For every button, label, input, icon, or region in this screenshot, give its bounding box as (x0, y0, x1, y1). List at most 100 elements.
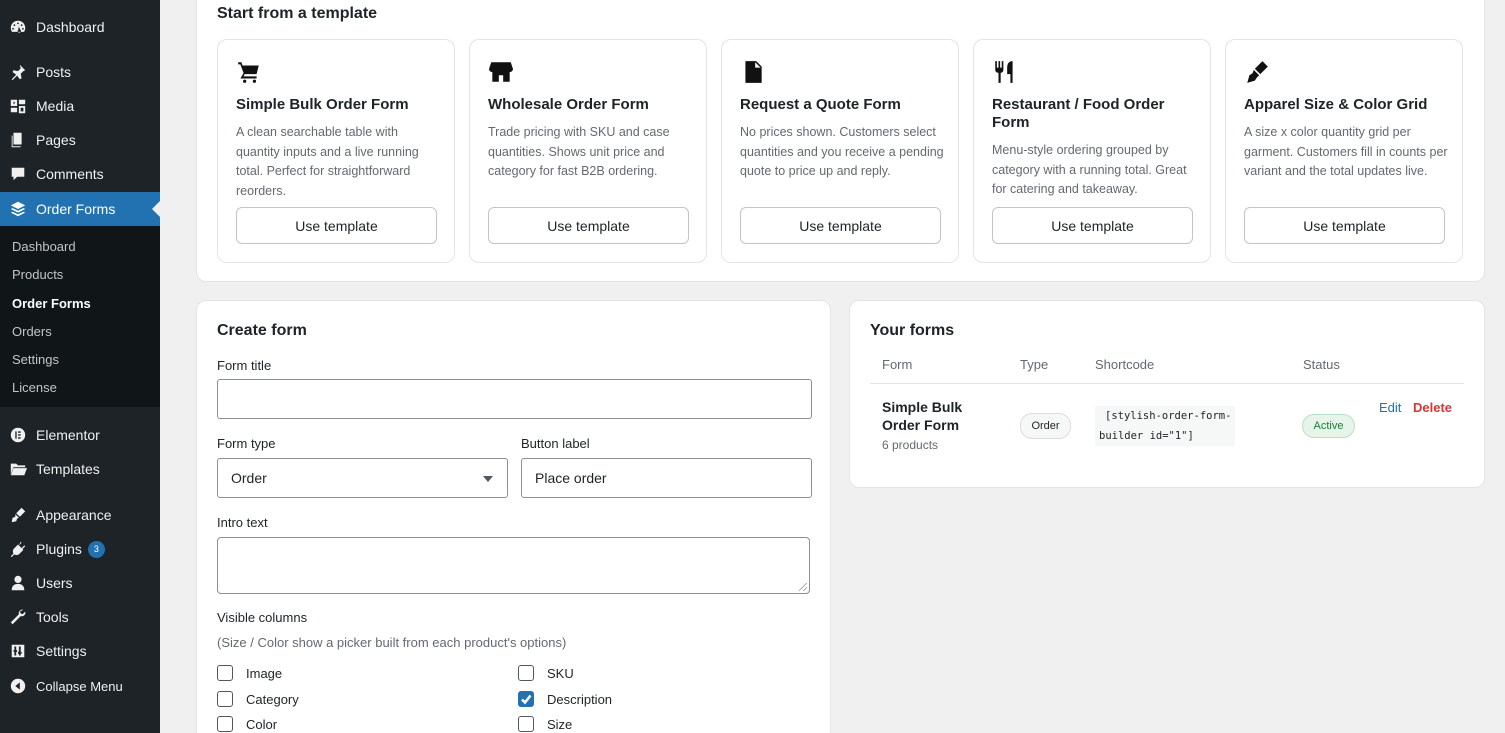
submenu-item-dashboard[interactable]: Dashboard (12, 239, 76, 254)
pages-icon (0, 131, 36, 149)
template-name: Apparel Size & Color Grid (1244, 96, 1428, 113)
use-template-button[interactable]: Use template (1244, 207, 1445, 244)
sidebar-item-label: Dashboard (36, 19, 105, 35)
sidebar-item-plugins[interactable]: Plugins 3 (0, 532, 160, 566)
brush-icon (1244, 59, 1270, 85)
folder-icon (0, 460, 36, 478)
shortcode-line: builder id="1"] (1099, 430, 1194, 442)
user-icon (0, 574, 36, 592)
intro-text-label: Intro text (217, 515, 268, 530)
check-icon (521, 694, 532, 705)
stack-icon (0, 200, 36, 218)
sidebar-item-dashboard[interactable]: Dashboard (0, 10, 160, 44)
resize-handle-icon[interactable] (799, 583, 807, 591)
wrench-icon (0, 608, 36, 626)
templates-section: Start from a template Simple Bulk Order … (196, 0, 1485, 282)
sidebar-item-label: Order Forms (36, 201, 116, 217)
sidebar-item-label: Users (36, 575, 73, 591)
template-description: A clean searchable table with quantity i… (236, 125, 419, 198)
checkbox[interactable] (518, 665, 534, 681)
sidebar-item-order-forms[interactable]: Order Forms (0, 192, 160, 226)
template-card-quote: Request a Quote Form No prices shown. Cu… (721, 39, 959, 263)
sidebar-item-pages[interactable]: Pages (0, 123, 160, 157)
sidebar-item-templates[interactable]: Templates (0, 452, 160, 486)
intro-text-textarea[interactable] (217, 537, 810, 594)
brush-icon (0, 506, 36, 524)
create-form-title: Create form (217, 322, 307, 339)
submenu-item-order-forms[interactable]: Order Forms (12, 296, 91, 311)
use-template-button[interactable]: Use template (740, 207, 941, 244)
admin-sidebar: Dashboard Posts Media Pages Comments Ord… (0, 0, 160, 733)
sidebar-item-label: Settings (36, 643, 87, 659)
sidebar-item-label: Appearance (36, 507, 112, 523)
plugin-updates-badge: 3 (87, 540, 105, 558)
sidebar-item-label: Pages (36, 132, 76, 148)
template-description: No prices shown. Customers select quanti… (740, 125, 944, 178)
use-template-button[interactable]: Use template (992, 207, 1193, 244)
column-checkbox-description[interactable]: Description (518, 691, 612, 707)
create-form-section: Create form Form title Form type Order B… (196, 300, 831, 733)
template-name: Request a Quote Form (740, 96, 901, 113)
template-name: Restaurant / Food Order Form (992, 96, 1165, 131)
checkbox-label: Image (246, 665, 283, 681)
sidebar-item-label: Collapse Menu (36, 678, 123, 694)
template-card-restaurant: Restaurant / Food Order Form Menu-style … (973, 39, 1211, 263)
form-type-select[interactable]: Order (217, 458, 508, 498)
template-name: Simple Bulk Order Form (236, 96, 409, 113)
column-checkbox-sku[interactable]: SKU (518, 665, 574, 681)
sidebar-item-tools[interactable]: Tools (0, 600, 160, 634)
form-title-input[interactable] (217, 379, 812, 419)
settings-icon (0, 642, 36, 660)
sidebar-item-label: Tools (36, 609, 69, 625)
dashboard-icon (0, 18, 36, 36)
checkbox[interactable] (217, 716, 233, 732)
media-icon (0, 97, 36, 115)
table-divider (870, 383, 1464, 384)
sidebar-item-users[interactable]: Users (0, 566, 160, 600)
button-label-input[interactable]: Place order (521, 458, 812, 498)
use-template-button[interactable]: Use template (488, 207, 689, 244)
column-checkbox-size[interactable]: Size (518, 716, 572, 732)
edit-link[interactable]: Edit (1379, 400, 1401, 415)
sidebar-item-label: Plugins (36, 541, 82, 557)
submenu-item-settings[interactable]: Settings (12, 352, 59, 367)
submenu-item-orders[interactable]: Orders (12, 324, 52, 339)
template-description: A size x color quantity grid per garment… (1244, 125, 1448, 178)
pin-icon (0, 63, 36, 81)
shortcode: [stylish-order-form- builder id="1"] (1095, 406, 1236, 446)
document-icon (740, 59, 766, 85)
use-template-button[interactable]: Use template (236, 207, 437, 244)
sidebar-item-posts[interactable]: Posts (0, 55, 160, 89)
form-title-label: Form title (217, 358, 272, 373)
store-icon (488, 59, 514, 85)
your-forms-section: Your forms (849, 300, 1485, 488)
column-checkbox-category[interactable]: Category (217, 691, 299, 707)
sidebar-item-media[interactable]: Media (0, 89, 160, 123)
chevron-down-icon (483, 476, 493, 482)
sidebar-item-elementor[interactable]: Elementor (0, 418, 160, 452)
column-checkbox-image[interactable]: Image (217, 665, 282, 681)
collapse-menu-button[interactable]: Collapse Menu (0, 669, 160, 703)
order-forms-submenu: Dashboard Products Order Forms Orders Se… (0, 226, 160, 407)
cart-icon (236, 59, 262, 85)
sidebar-item-comments[interactable]: Comments (0, 157, 160, 191)
submenu-item-products[interactable]: Products (12, 267, 63, 282)
column-checkbox-color[interactable]: Color (217, 716, 277, 732)
checkbox[interactable] (217, 665, 233, 681)
checkbox[interactable] (217, 691, 233, 707)
form-name: Simple Bulk Order Form (882, 399, 962, 434)
delete-link[interactable]: Delete (1413, 400, 1452, 415)
template-name: Wholesale Order Form (488, 96, 649, 113)
sidebar-item-settings[interactable]: Settings (0, 634, 160, 668)
sidebar-item-appearance[interactable]: Appearance (0, 498, 160, 532)
visible-columns-hint: (Size / Color show a picker built from e… (217, 635, 567, 650)
checkbox-checked[interactable] (518, 691, 534, 707)
checkbox[interactable] (518, 716, 534, 732)
column-header-type: Type (1020, 357, 1049, 372)
shortcode-line: [stylish-order-form- (1105, 410, 1232, 422)
templates-title: Start from a template (217, 5, 378, 22)
plugin-icon (0, 540, 36, 558)
checkbox-label: Category (246, 691, 299, 707)
template-card-apparel: Apparel Size & Color Grid A size x color… (1225, 39, 1463, 263)
submenu-item-license[interactable]: License (12, 380, 57, 395)
